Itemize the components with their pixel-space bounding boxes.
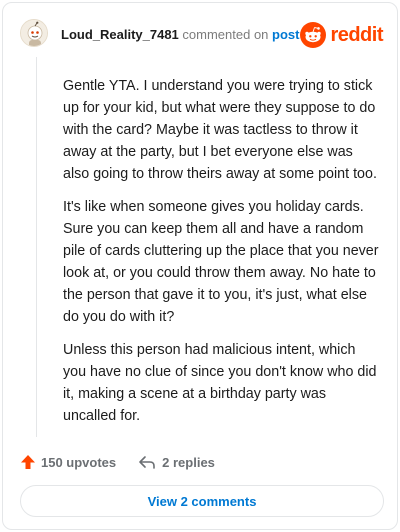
upvote-button[interactable]: 150 upvotes xyxy=(20,454,116,470)
upvote-count: 150 upvotes xyxy=(41,454,117,470)
snoo-avatar-icon xyxy=(21,20,47,46)
logo-text: reddit xyxy=(330,23,383,46)
comment-body: Gentle YTA. I understand you were trying… xyxy=(63,75,381,438)
action-text: commented on xyxy=(182,27,269,42)
upvote-arrow-icon xyxy=(21,455,35,469)
username-link[interactable]: Loud_Reality_7481 xyxy=(61,27,179,42)
comment-card: Loud_Reality_7481 commented on post redd… xyxy=(2,2,398,530)
reply-arrow-icon xyxy=(139,456,155,469)
user-avatar[interactable] xyxy=(20,19,48,47)
comment-paragraph: Unless this person had malicious intent,… xyxy=(63,342,377,424)
reddit-snoo-icon xyxy=(300,22,327,48)
reply-count: 2 replies xyxy=(162,454,215,470)
reddit-logo[interactable]: reddit xyxy=(300,20,383,50)
comment-paragraph: It's like when someone gives you holiday… xyxy=(63,199,379,325)
post-link[interactable]: post xyxy=(272,27,299,42)
view-comments-button[interactable]: View 2 comments xyxy=(20,485,384,517)
comment-meta: Loud_Reality_7481 commented on post xyxy=(61,27,299,42)
comment-header: Loud_Reality_7481 commented on post redd… xyxy=(3,3,397,67)
comment-paragraph: Gentle YTA. I understand you were trying… xyxy=(63,78,377,182)
thread-line[interactable] xyxy=(36,57,37,437)
replies-button[interactable]: 2 replies xyxy=(138,454,215,470)
comment-footer: 150 upvotes 2 replies xyxy=(20,452,215,472)
